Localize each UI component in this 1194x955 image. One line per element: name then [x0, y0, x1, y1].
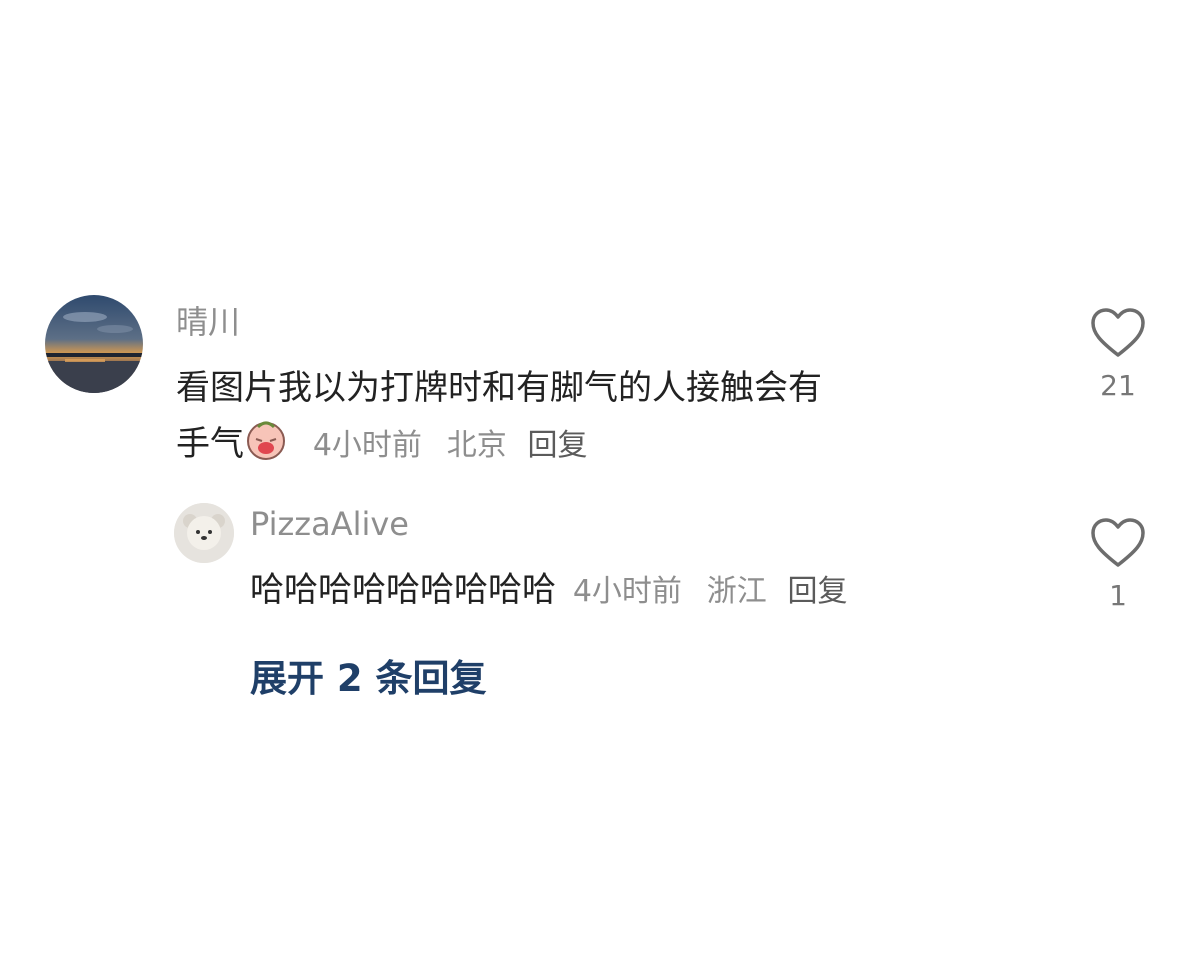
like-button[interactable]: 21	[1086, 307, 1150, 402]
reply-button[interactable]: 回复	[528, 428, 588, 463]
comment-username[interactable]: PizzaAlive	[250, 505, 409, 543]
heart-icon	[1091, 518, 1145, 567]
comment-text-row: 哈哈哈哈哈哈哈哈哈 4小时前 浙江 回复	[250, 562, 1070, 620]
comment-text-line2: 手气	[176, 424, 244, 464]
like-button[interactable]: 1	[1086, 517, 1150, 612]
crying-face-emoji-icon	[247, 421, 285, 460]
bear-avatar-image	[174, 503, 234, 563]
comment-text: 哈哈哈哈哈哈哈哈哈	[250, 570, 556, 610]
avatar[interactable]	[174, 503, 234, 563]
sunset-avatar-image	[45, 295, 143, 393]
comment-time: 4小时前	[312, 428, 422, 463]
comment-username[interactable]: 晴川	[176, 297, 240, 343]
comment-time: 4小时前	[572, 574, 682, 609]
avatar[interactable]	[45, 295, 143, 393]
comment-location: 浙江	[706, 574, 767, 609]
like-count: 1	[1109, 579, 1127, 612]
comment-location: 北京	[446, 428, 507, 463]
like-count: 21	[1100, 369, 1136, 402]
heart-icon	[1091, 308, 1145, 357]
reply-button[interactable]: 回复	[788, 574, 848, 609]
expand-replies-button[interactable]: 展开 2 条回复	[250, 648, 487, 702]
comment-text-line1: 看图片我以为打牌时和有脚气的人接触会有	[176, 368, 822, 408]
comment-text: 看图片我以为打牌时和有脚气的人接触会有 手气 4小时前 北京 回复	[176, 360, 1056, 474]
